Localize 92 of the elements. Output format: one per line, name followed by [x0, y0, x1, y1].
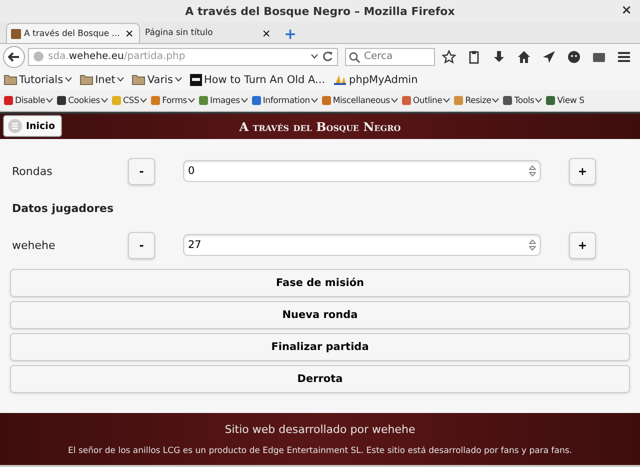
bookmark-item[interactable]: Varis — [132, 74, 182, 86]
toolbar-label: Information — [262, 96, 310, 106]
close-button[interactable]: × — [619, 3, 634, 18]
toolbar-label: Outline — [412, 96, 442, 106]
spinner-icon — [529, 165, 536, 177]
caret-icon — [65, 77, 72, 82]
increment-button[interactable]: + — [569, 232, 596, 258]
tab-label: A través del Bosque ... — [24, 28, 121, 38]
new-tab-button[interactable]: + — [278, 25, 303, 43]
section-heading: Datos jugadores — [11, 200, 115, 216]
caret-icon — [390, 98, 398, 103]
bookmark-item[interactable]: Inet — [80, 74, 124, 86]
number-field[interactable]: 27 — [183, 234, 541, 256]
toolbar-menu[interactable]: Tools — [502, 95, 542, 106]
caret-icon — [311, 54, 318, 59]
toolbar-label: Images — [210, 96, 240, 106]
bookmark-item[interactable]: Tutorials — [4, 74, 72, 86]
home-button[interactable]: Inicio — [3, 115, 62, 137]
reload-icon — [322, 51, 333, 62]
send-icon — [542, 50, 556, 64]
globe-icon — [33, 51, 44, 62]
download-icon — [492, 50, 506, 64]
folder-icon — [132, 74, 146, 85]
bookmark-label: phpMyAdmin — [349, 74, 418, 86]
window-title: A través del Bosque Negro – Mozilla Firefox — [185, 4, 455, 18]
search-field[interactable]: Cerca — [345, 48, 435, 66]
folder-icon — [4, 74, 17, 85]
action-button[interactable]: Finalizar partida — [10, 333, 630, 361]
sail-icon — [333, 74, 348, 86]
address-bar[interactable]: sda.wehehe.eu/partida.php — [28, 48, 338, 66]
toolbar-menu[interactable]: Resize — [453, 95, 500, 106]
caret-icon — [174, 77, 182, 82]
toolbar-label: Tools — [514, 96, 534, 106]
toolbar-menu[interactable]: Images — [198, 95, 248, 106]
caret-icon — [46, 98, 54, 103]
toolbar-menu[interactable]: Forms — [150, 95, 196, 106]
back-arrow-icon — [8, 52, 20, 62]
action-button[interactable]: Fase de misión — [10, 269, 630, 297]
caret-icon — [310, 98, 318, 103]
clipboard-icon — [467, 50, 481, 64]
decrement-button[interactable]: - — [128, 232, 155, 258]
action-button[interactable]: Nueva ronda — [10, 301, 630, 329]
bookmark-item[interactable]: phpMyAdmin — [333, 74, 418, 86]
toolbar-label: CSS — [123, 96, 140, 106]
url-text: sda.wehehe.eu/partida.php — [48, 51, 186, 62]
search-icon — [349, 52, 360, 62]
toolbar-label: Disable — [15, 96, 46, 106]
caret-icon — [101, 98, 108, 103]
footer-notice: El señor de los anillos LCG es un producto de Edge Entertainment SL. Este sitio está desarrollado por fans y para fans. — [68, 446, 572, 456]
counter-label: Rondas — [11, 164, 54, 178]
toolbar-menu[interactable]: Cookies — [56, 95, 108, 106]
toolbar-label: Forms — [162, 96, 188, 106]
spinner-icon — [529, 239, 536, 251]
caret-icon — [140, 98, 148, 103]
toolbar-menu[interactable]: View S — [545, 95, 584, 106]
caret-icon — [240, 98, 248, 103]
tab-label: Página sin título — [145, 28, 214, 38]
toolbar-menu[interactable]: Miscellaneous — [320, 95, 398, 106]
number-field[interactable]: 0 — [183, 160, 541, 182]
footer-credit: Sitio web desarrollado por wehehe — [224, 422, 416, 436]
toolbar-label: Miscellaneous — [332, 96, 390, 106]
toolbar-menu[interactable]: Information — [250, 95, 318, 106]
toolbar-label: View S — [557, 96, 584, 106]
back-button[interactable] — [3, 46, 25, 68]
browser-tab[interactable]: A través del Bosque ... × — [6, 23, 140, 43]
star-icon — [442, 50, 456, 64]
list-icon — [8, 119, 22, 133]
smiley-icon — [567, 50, 581, 64]
caret-icon — [117, 77, 124, 82]
counter-label: wehehe — [11, 238, 56, 252]
menu-icon — [617, 50, 631, 64]
folder-icon — [80, 74, 94, 85]
caret-icon — [492, 98, 500, 103]
toolbar-menu[interactable]: CSS — [111, 95, 148, 106]
caret-icon — [188, 98, 196, 103]
bookmark-label: Inet — [95, 74, 116, 86]
close-tab-button[interactable]: × — [260, 28, 273, 38]
toolbar-menu[interactable]: Outline — [400, 95, 450, 106]
increment-button[interactable]: + — [569, 158, 596, 184]
bookmark-label: Varis — [147, 74, 173, 86]
decrement-button[interactable]: - — [128, 158, 155, 184]
toolbar-label: Resize — [465, 96, 492, 106]
caret-icon — [443, 98, 450, 103]
toolbar-menu[interactable]: Disable — [3, 95, 54, 106]
browser-tab[interactable]: Página sin título × — [142, 23, 276, 43]
bookmark-label: Tutorials — [19, 74, 64, 86]
action-button[interactable]: Derrota — [10, 365, 630, 393]
toolbar-label: Cookies — [68, 96, 100, 106]
home-icon — [517, 50, 531, 64]
page-title: A través del Bosque Negro — [239, 120, 401, 134]
close-tab-button[interactable]: × — [122, 28, 136, 39]
caret-icon — [535, 98, 542, 103]
